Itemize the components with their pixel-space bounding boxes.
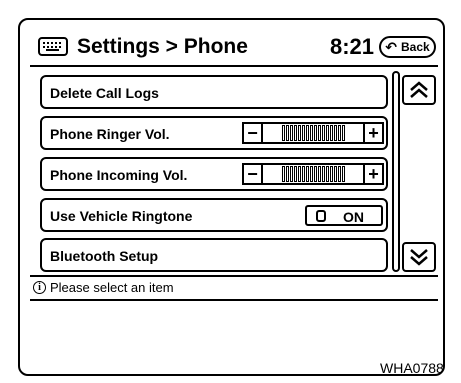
scroll-down-button[interactable] <box>402 242 436 272</box>
vehicle-ringtone-toggle[interactable]: ON <box>305 205 383 226</box>
volume-up-button[interactable]: + <box>365 165 382 183</box>
screen-frame <box>18 18 445 376</box>
incoming-volume-control: − + <box>242 163 384 185</box>
menu-item-phone-ringer-vol[interactable]: Phone Ringer Vol. − + <box>40 116 388 150</box>
back-button-label: Back <box>401 40 430 54</box>
back-button[interactable]: ↶ Back <box>379 36 436 58</box>
status-bar: i Please select an item <box>30 275 438 301</box>
menu-item-label: Bluetooth Setup <box>50 248 159 264</box>
scrollbar-track[interactable] <box>392 71 400 272</box>
back-arrow-icon: ↶ <box>385 39 398 55</box>
volume-level-bars <box>261 165 365 183</box>
ringer-volume-control: − + <box>242 122 384 144</box>
menu-item-label: Phone Incoming Vol. <box>50 167 188 183</box>
page-title: Settings > Phone <box>77 35 248 58</box>
volume-down-button[interactable]: − <box>244 124 261 142</box>
menu-item-bluetooth-setup[interactable]: Bluetooth Setup <box>40 238 388 272</box>
scroll-up-button[interactable] <box>402 75 436 105</box>
header-divider <box>30 65 438 67</box>
clock: 8:21 <box>330 34 375 59</box>
header-bar: Settings > Phone 8:21 ↶ Back <box>30 33 436 63</box>
volume-level-bars <box>261 124 365 142</box>
menu-item-delete-call-logs[interactable]: Delete Call Logs <box>40 75 388 109</box>
figure-code: WHA0788 <box>380 360 444 376</box>
menu-item-label: Use Vehicle Ringtone <box>50 208 193 224</box>
info-icon: i <box>33 281 46 294</box>
volume-down-button[interactable]: − <box>244 165 261 183</box>
toggle-indicator <box>316 210 326 222</box>
double-chevron-up-icon <box>410 81 428 98</box>
status-message: Please select an item <box>50 280 174 295</box>
toggle-state: ON <box>343 209 364 225</box>
keyboard-icon <box>38 37 68 56</box>
double-chevron-down-icon <box>410 249 428 266</box>
menu-item-phone-incoming-vol[interactable]: Phone Incoming Vol. − + <box>40 157 388 191</box>
menu-item-label: Delete Call Logs <box>50 85 159 101</box>
menu-item-label: Phone Ringer Vol. <box>50 126 170 142</box>
menu-item-use-vehicle-ringtone[interactable]: Use Vehicle Ringtone ON <box>40 198 388 232</box>
volume-up-button[interactable]: + <box>365 124 382 142</box>
